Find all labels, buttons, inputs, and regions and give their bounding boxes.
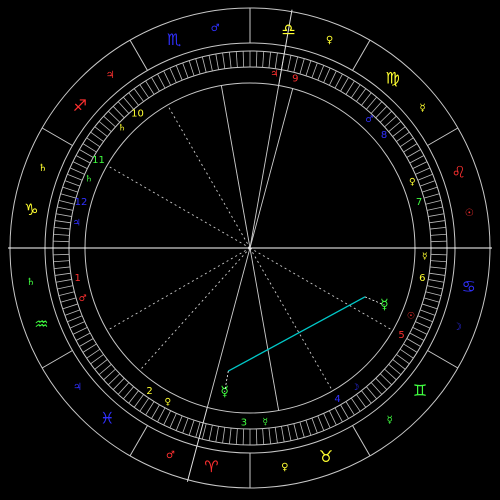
degree-tick [53,253,70,256]
house-ruler-glyph: ♃ [73,219,81,229]
virgo-glyph: ♍ [386,68,400,87]
taurus-glyph: ♉ [319,447,333,466]
libra-glyph: ♎ [281,20,295,39]
house-number-6: 6 [419,273,425,284]
degree-tick [242,428,245,445]
leo-glyph: ♌ [451,163,465,182]
degree-tick [430,253,447,256]
house-ruler-glyph: ♃ [270,70,278,80]
aquarius-glyph: ♒ [34,314,48,333]
house-ruler-glyph: ♂ [79,294,87,304]
house-ruler-glyph: ☿ [262,417,268,427]
gemini-ruler-glyph: ☿ [387,415,393,426]
degree-tick [255,51,258,68]
house-ruler-glyph: ♄ [118,124,126,134]
gemini-glyph: ♊ [413,381,427,400]
sagittarius-glyph: ♐ [73,96,87,115]
degree-tick [53,240,70,243]
house-number-5: 5 [398,330,404,341]
libra-ruler-glyph: ♀ [326,35,333,46]
house-number-11: 11 [92,155,105,166]
cancer-glyph: ♋ [461,277,475,296]
scorpio-ruler-glyph: ♂ [211,23,220,34]
aquarius-ruler-glyph: ♄ [26,277,35,288]
house-number-2: 2 [146,386,152,397]
aries-glyph: ♈ [204,457,218,476]
house-ruler-glyph: ♂ [365,115,373,125]
house-ruler-glyph: ♄ [85,175,93,185]
house-number-7: 7 [416,197,422,208]
house-number-10: 10 [131,108,144,119]
degree-tick [255,428,258,445]
house-number-4: 4 [334,394,340,405]
degree-tick [430,240,447,243]
house-ruler-glyph: ♀ [409,177,416,187]
house-ruler-glyph: ☽ [351,383,359,393]
aries-ruler-glyph: ♂ [166,450,175,461]
scorpio-glyph: ♏ [167,30,181,49]
house-ruler-glyph: ♀ [165,398,172,408]
pisces-ruler-glyph: ♃ [73,382,82,393]
house-number-3: 3 [241,417,247,428]
leo-ruler-glyph: ☉ [465,208,474,219]
virgo-ruler-glyph: ☿ [419,103,425,114]
house-number-8: 8 [381,130,387,141]
taurus-ruler-glyph: ♀ [281,462,288,473]
sagittarius-ruler-glyph: ♃ [106,70,115,81]
house-ruler-glyph: ☿ [422,252,428,262]
degree-tick [242,51,245,68]
house-ruler-glyph: ☉ [407,311,415,321]
house-number-9: 9 [292,73,298,84]
cancer-ruler-glyph: ☽ [453,322,462,333]
pisces-glyph: ♓ [100,409,114,428]
house-number-12: 12 [75,197,88,208]
astrology-chart-wheel: ♎♍♌♋♊♉♈♓♒♑♐♏ ♀☿☉☽☿♀♂♃♄♄♃♂ 12345678910111… [0,0,500,500]
capricorn-glyph: ♑ [24,200,38,219]
house-number-1: 1 [74,273,80,284]
capricorn-ruler-glyph: ♄ [38,163,47,174]
